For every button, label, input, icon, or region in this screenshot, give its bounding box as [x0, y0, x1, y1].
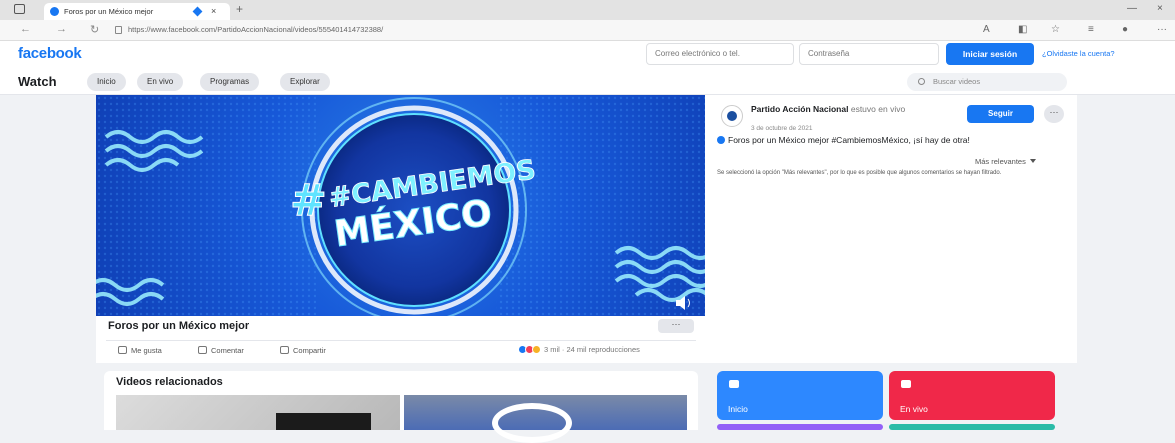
window-close-button[interactable]: ×	[1157, 3, 1163, 14]
tab-inicio[interactable]: Inicio	[87, 73, 126, 91]
minimize-button[interactable]: —	[1127, 3, 1137, 14]
comment-button[interactable]: Comentar	[198, 346, 244, 355]
collections-icon[interactable]: ≡	[1088, 24, 1094, 35]
browser-tab[interactable]: Foros por un México mejor ×	[44, 3, 230, 20]
search-icon	[918, 78, 925, 85]
facebook-header: facebook Correo electrónico o tel. Contr…	[0, 41, 1175, 69]
tab-programas[interactable]: Programas	[200, 73, 260, 91]
haha-reaction-icon	[532, 345, 541, 354]
facebook-favicon-icon	[50, 7, 59, 16]
video-search-input[interactable]: Buscar videos	[907, 73, 1067, 91]
globe-icon	[717, 136, 725, 144]
comment-sort-dropdown[interactable]: Más relevantes	[975, 157, 1036, 166]
share-label: Compartir	[293, 346, 326, 355]
divider	[106, 340, 696, 341]
tab-close-icon[interactable]: ×	[211, 3, 216, 20]
login-button[interactable]: Iniciar sesión	[946, 43, 1034, 65]
tab-title: Foros por un México mejor	[64, 7, 154, 16]
post-description: Foros por un México mejor #CambiemosMéxi…	[717, 135, 970, 145]
thumbnail-detail	[492, 403, 572, 443]
live-video-icon	[901, 380, 911, 388]
back-arrow-icon[interactable]: ←	[20, 23, 31, 35]
lock-icon	[115, 26, 122, 34]
page-avatar[interactable]	[721, 105, 743, 127]
forward-arrow-icon[interactable]: →	[56, 23, 67, 35]
video-search-placeholder: Buscar videos	[933, 77, 981, 86]
reaction-summary[interactable]: 3 mil · 24 mil reproducciones	[518, 345, 640, 354]
tab-explorar[interactable]: Explorar	[280, 73, 330, 91]
related-videos-section: Videos relacionados	[104, 371, 698, 443]
tile-inicio[interactable]: Inicio	[717, 371, 883, 420]
thumbnail-detail	[276, 413, 371, 430]
page-name-line: Partido Acción Nacional estuvo en vivo	[751, 104, 951, 114]
read-aloud-icon[interactable]: A	[983, 24, 990, 35]
tile-label: En vivo	[900, 404, 928, 414]
post-date[interactable]: 3 de octubre de 2021	[751, 125, 812, 132]
like-button[interactable]: Me gusta	[118, 346, 162, 355]
settings-menu-icon[interactable]: ···	[1157, 24, 1167, 35]
home-video-icon	[729, 380, 739, 388]
live-status: estuvo en vivo	[850, 104, 906, 114]
tab-en-vivo[interactable]: En vivo	[137, 73, 184, 91]
watch-nav-bar: Watch Inicio En vivo Programas Explorar …	[0, 69, 1175, 95]
related-video-thumbnail[interactable]	[404, 395, 687, 443]
post-description-text: Foros por un México mejor #CambiemosMéxi…	[728, 135, 970, 145]
video-title: Foros por un México mejor	[108, 320, 250, 332]
like-label: Me gusta	[131, 346, 162, 355]
facebook-logo[interactable]: facebook	[18, 45, 82, 62]
video-post: # #CAMBIEMOS MÉXICO Foros por un México …	[96, 95, 707, 363]
follow-label: Seguir	[988, 109, 1013, 118]
chevron-down-icon	[1029, 159, 1036, 163]
favorites-star-icon[interactable]: ☆	[1051, 24, 1060, 35]
address-bar: ← → ↻ https://www.facebook.com/PartidoAc…	[0, 20, 1175, 41]
page-name[interactable]: Partido Acción Nacional	[751, 104, 848, 114]
share-icon	[280, 346, 289, 354]
tile-label: Inicio	[728, 404, 748, 414]
profile-icon[interactable]: ●	[1122, 24, 1128, 35]
refresh-icon[interactable]: ↻	[90, 23, 99, 36]
share-button[interactable]: Compartir	[280, 346, 326, 355]
url-field[interactable]: https://www.facebook.com/PartidoAccionNa…	[128, 23, 383, 37]
browser-tab-bar: Foros por un México mejor × + — ×	[0, 0, 1175, 20]
reaction-stats: 3 mil · 24 mil reproducciones	[544, 345, 640, 354]
tile-explorar[interactable]	[889, 424, 1055, 430]
sort-note: Se seleccionó la opción "Más relevantes"…	[717, 170, 1002, 176]
video-player[interactable]: # #CAMBIEMOS MÉXICO	[96, 95, 705, 316]
watch-title: Watch	[18, 74, 57, 89]
new-tab-button[interactable]: +	[236, 2, 243, 16]
email-field[interactable]: Correo electrónico o tel.	[646, 43, 794, 65]
sort-label: Más relevantes	[975, 157, 1026, 166]
related-videos-title: Videos relacionados	[116, 376, 223, 388]
tile-programas[interactable]	[717, 424, 883, 430]
thumbs-up-icon	[118, 346, 127, 354]
forgot-account-link[interactable]: ¿Olvidaste la cuenta?	[1042, 49, 1115, 58]
post-more-button[interactable]: ···	[658, 319, 694, 333]
related-video-thumbnail[interactable]	[116, 395, 400, 430]
extensions-icon[interactable]: ◧	[1018, 24, 1027, 35]
media-playing-icon	[192, 6, 203, 17]
comment-icon	[198, 346, 207, 354]
tab-actions-icon[interactable]	[14, 4, 25, 14]
follow-button[interactable]: Seguir	[967, 105, 1034, 123]
comment-label: Comentar	[211, 346, 244, 355]
post-side-panel: Partido Acción Nacional estuvo en vivo 3…	[707, 95, 1077, 363]
hashtag-glyph: #	[290, 175, 327, 226]
tile-en-vivo[interactable]: En vivo	[889, 371, 1055, 420]
password-field[interactable]: Contraseña	[799, 43, 939, 65]
page-more-button[interactable]: ···	[1044, 105, 1064, 123]
video-frame-graphic: # #CAMBIEMOS MÉXICO	[96, 95, 705, 316]
